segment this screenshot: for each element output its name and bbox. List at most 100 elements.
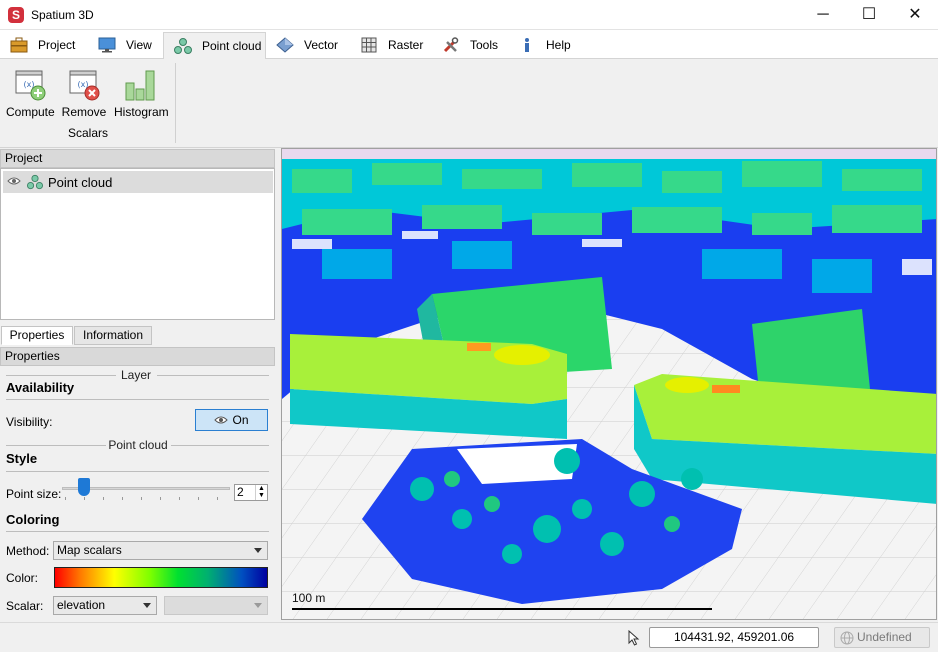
compute-label: Compute (6, 105, 55, 119)
slider-tick (217, 497, 218, 500)
ribbon-tab-bar: Project View Point cloud Vector Raster T… (0, 30, 938, 60)
point-size-value: 2 (237, 485, 244, 499)
status-bar: 104431.92, 459201.06 Undefined (0, 622, 938, 652)
tab-label: Raster (388, 38, 424, 52)
scalars-group-label: Scalars (68, 126, 109, 140)
scalar-label: Scalar: (6, 599, 44, 613)
scale-bar (292, 608, 712, 610)
divider (6, 375, 116, 376)
coordinates-display: 104431.92, 459201.06 (649, 627, 819, 648)
scalar-dropdown[interactable]: elevation (53, 596, 157, 615)
slider-tick (179, 497, 180, 500)
divider (6, 445, 106, 446)
project-tree: Point cloud (0, 168, 275, 320)
method-dropdown[interactable]: Map scalars (53, 541, 268, 560)
tree-item-point-cloud[interactable]: Point cloud (3, 171, 273, 193)
point-cloud-section-caption: Point cloud (108, 438, 168, 452)
crs-label: Undefined (857, 630, 912, 644)
visibility-label: Visibility: (6, 415, 53, 429)
tab-tools[interactable]: Tools (432, 32, 510, 59)
3d-viewport[interactable]: 100 m (281, 148, 937, 620)
minimize-button[interactable]: ─ (800, 0, 846, 30)
tab-vector[interactable]: Vector (266, 32, 346, 59)
remove-label: Remove (61, 105, 107, 119)
app-logo-icon: S (8, 7, 24, 23)
briefcase-icon (10, 37, 28, 53)
style-heading: Style (6, 451, 38, 466)
chevron-down-icon (143, 603, 151, 608)
compute-scalar-icon: (x) (14, 69, 46, 101)
tree-item-label: Point cloud (48, 175, 113, 190)
chevron-down-icon (254, 548, 262, 553)
point-cloud-icon (174, 38, 192, 54)
divider (6, 471, 269, 472)
spin-arrows[interactable]: ▲ ▼ (255, 485, 267, 500)
tab-point-cloud[interactable]: Point cloud (163, 32, 266, 60)
maximize-button[interactable]: ☐ (846, 0, 892, 30)
title-bar: S Spatium 3D ─ ☐ ✕ (0, 0, 938, 30)
chevron-down-icon (254, 603, 262, 608)
divider (171, 445, 269, 446)
visibility-button-label: On (232, 413, 249, 427)
tab-help[interactable]: Help (508, 32, 574, 59)
scale-bar-label: 100 m (292, 591, 326, 605)
slider-tick (84, 497, 85, 500)
availability-heading: Availability (6, 380, 75, 395)
ribbon-panel: (x) Compute (x) Remove Histogram Scalars (0, 59, 938, 148)
tab-properties[interactable]: Properties (1, 326, 73, 345)
color-label: Color: (6, 571, 39, 585)
point-size-slider-handle[interactable] (78, 478, 90, 496)
cursor-pointer-icon (628, 630, 640, 646)
vector-diamond-icon (276, 37, 294, 53)
histogram-button[interactable]: Histogram (114, 69, 169, 119)
scalar-value: elevation (57, 598, 106, 612)
slider-tick (198, 497, 199, 500)
project-panel-header: Project (0, 149, 275, 168)
slider-tick (141, 497, 142, 500)
eye-visibility-icon[interactable] (7, 176, 21, 186)
crs-button[interactable]: Undefined (834, 627, 930, 648)
divider (6, 399, 269, 400)
tab-label: Vector (304, 38, 339, 52)
slider-tick (103, 497, 104, 500)
monitor-icon (98, 37, 116, 53)
tab-raster[interactable]: Raster (350, 32, 430, 59)
tab-information[interactable]: Information (74, 326, 152, 345)
compute-button[interactable]: (x) Compute (6, 69, 55, 119)
method-value: Map scalars (57, 543, 122, 557)
info-icon (525, 38, 529, 52)
divider (157, 375, 269, 376)
coloring-heading: Coloring (6, 512, 60, 527)
visibility-toggle-button[interactable]: On (195, 409, 268, 431)
tab-view[interactable]: View (88, 32, 160, 59)
slider-tick (65, 497, 66, 500)
properties-panel-header: Properties (0, 347, 275, 366)
raster-grid-icon (361, 37, 377, 53)
globe-icon (840, 631, 854, 645)
tab-label: View (126, 38, 152, 52)
histogram-label: Histogram (114, 105, 169, 119)
point-size-spinbox[interactable]: 2 ▲ ▼ (234, 484, 268, 501)
remove-button[interactable]: (x) Remove (60, 69, 108, 119)
eye-icon (214, 416, 229, 424)
tools-icon (443, 37, 459, 53)
close-button[interactable]: ✕ (892, 0, 938, 30)
point-cloud-render (282, 149, 936, 619)
remove-scalar-icon: (x) (68, 69, 100, 101)
tab-label: Tools (470, 38, 499, 52)
histogram-icon (124, 69, 156, 101)
color-ramp-picker[interactable] (54, 567, 268, 588)
slider-tick (160, 497, 161, 500)
ribbon-separator (175, 63, 176, 143)
layer-section-caption: Layer (120, 368, 152, 382)
tab-project[interactable]: Project (0, 32, 84, 59)
scalar-secondary-dropdown (164, 596, 268, 615)
divider (6, 531, 269, 532)
tab-label: Help (546, 38, 571, 52)
window-title: Spatium 3D (31, 8, 94, 22)
slider-tick (122, 497, 123, 500)
tab-label: Point cloud (202, 39, 262, 53)
point-cloud-layer-icon (27, 174, 43, 190)
point-size-label: Point size: (6, 487, 62, 501)
tab-label: Project (38, 38, 76, 52)
